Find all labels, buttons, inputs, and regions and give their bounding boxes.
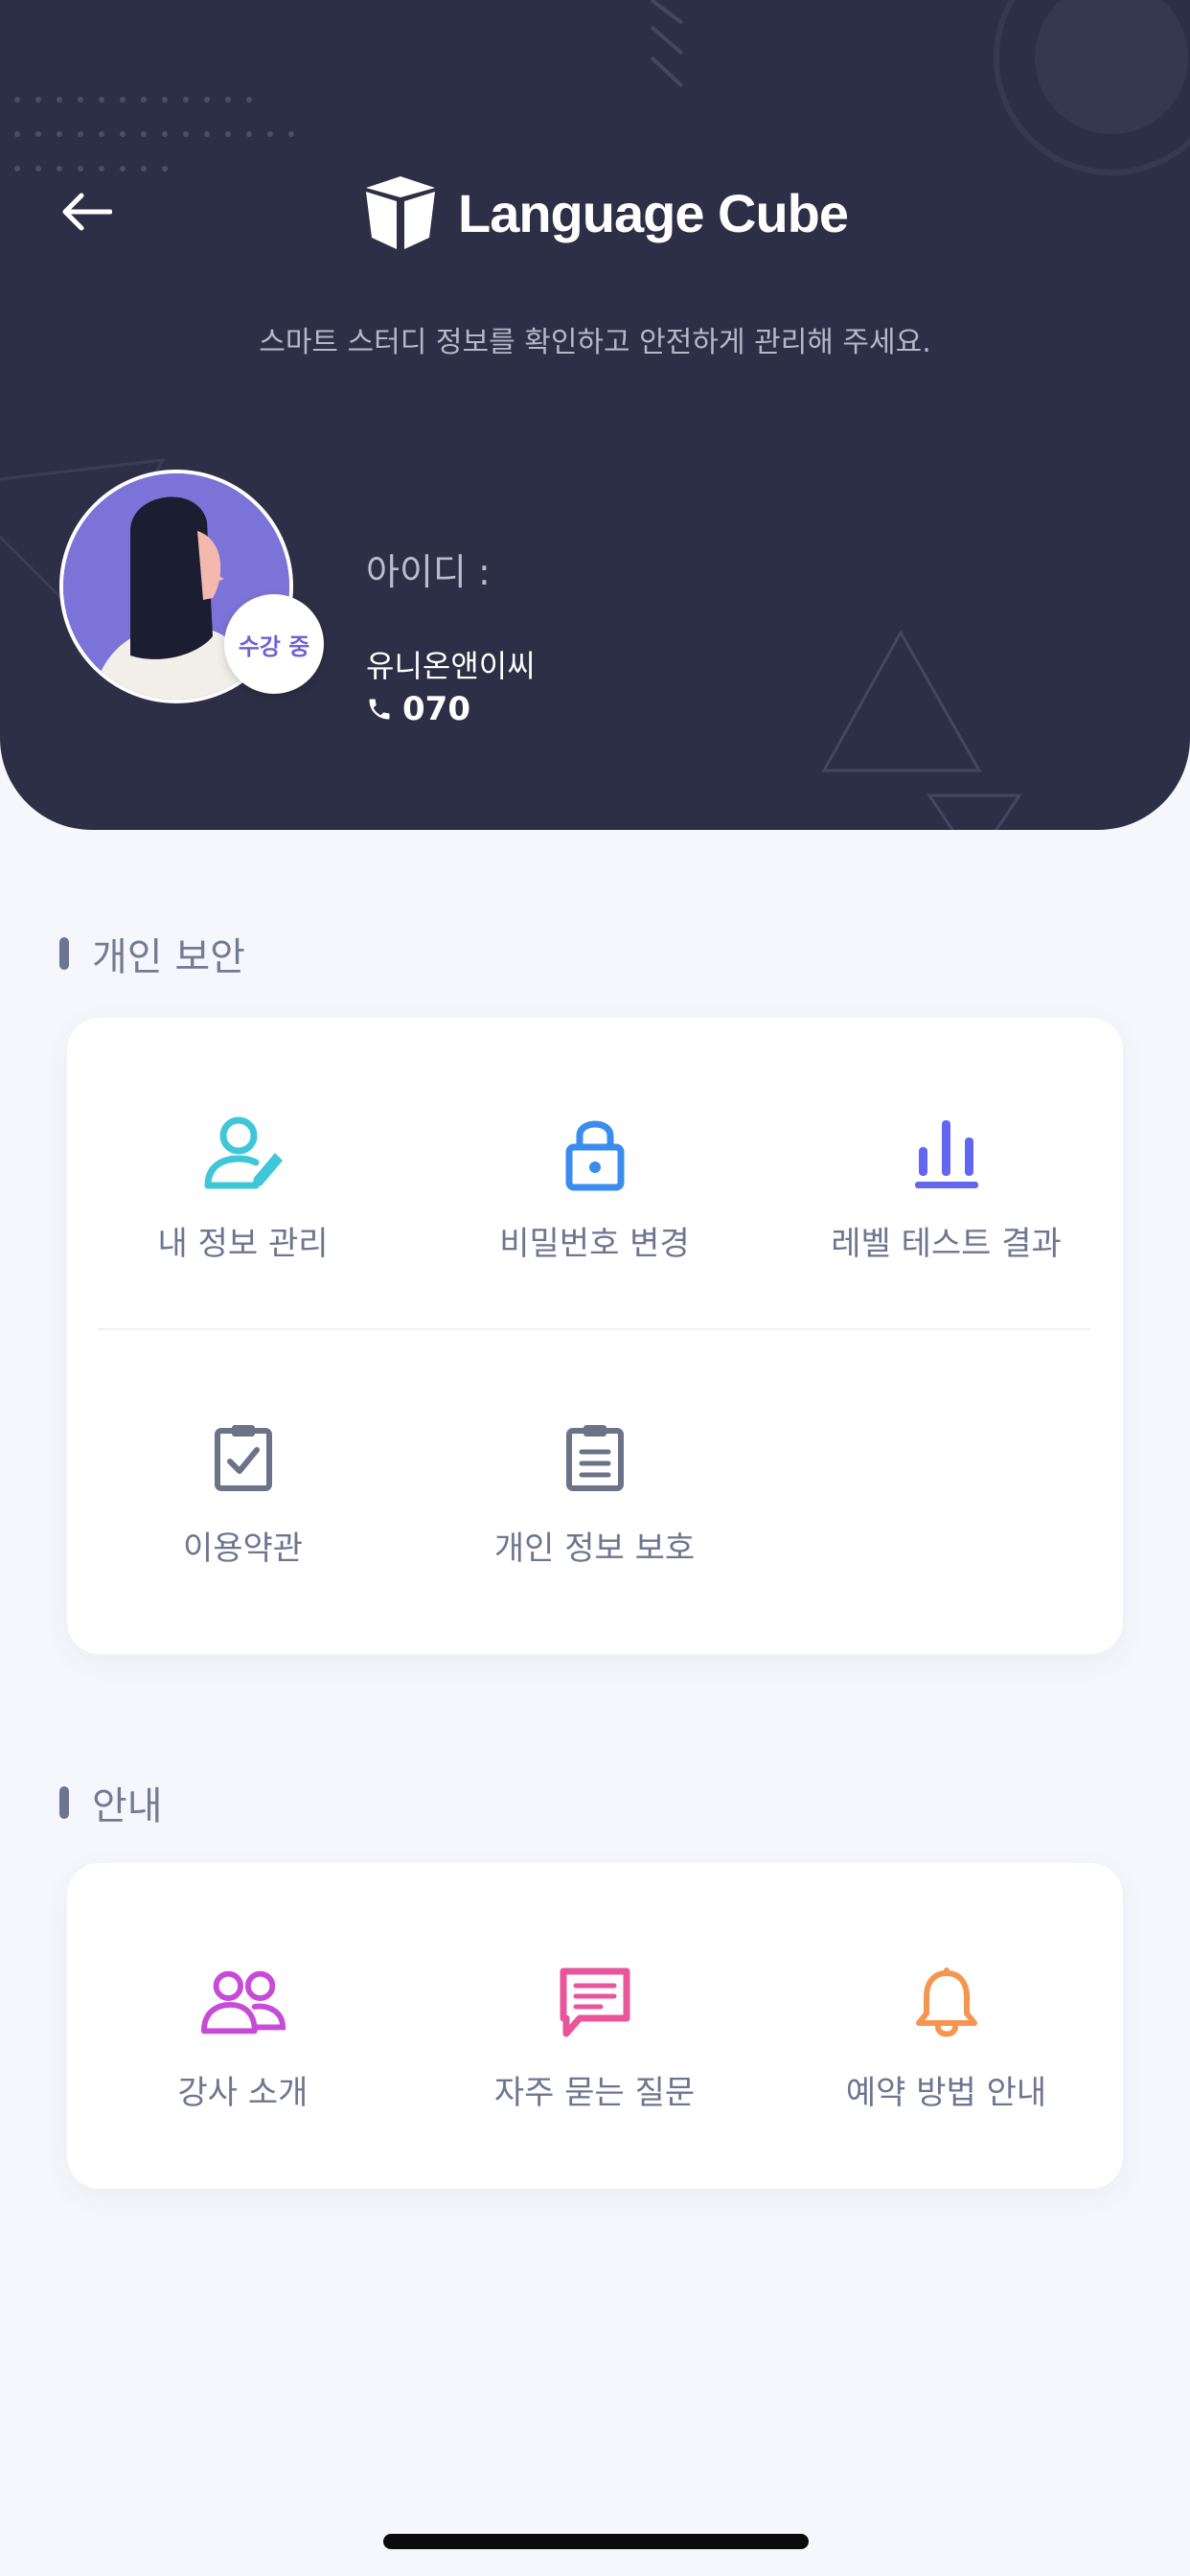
section-title-security: 개인 보안 — [59, 926, 245, 981]
brand-logo: Language Cube — [364, 172, 849, 253]
menu-item-terms[interactable]: 이용약관 — [67, 1414, 419, 1569]
security-card: 내 정보 관리 비밀번호 변경 레벨 테스트 결과 이용약관 개인 정보 보호 — [67, 1018, 1123, 1654]
avatar-container: 수강 중 — [59, 470, 324, 703]
card-divider — [98, 1328, 1090, 1330]
clipboard-list-icon — [552, 1414, 638, 1501]
section-title-info: 안내 — [59, 1775, 163, 1830]
menu-item-my-info[interactable]: 내 정보 관리 — [67, 1110, 419, 1264]
menu-item-label: 레벨 테스트 결과 — [831, 1225, 1062, 1263]
users-icon — [200, 1959, 286, 2045]
menu-item-label: 개인 정보 보호 — [493, 1530, 696, 1568]
brand-name: Language Cube — [458, 182, 849, 243]
bell-icon — [904, 1959, 990, 2045]
message-icon — [552, 1959, 638, 2045]
section-title-bar — [59, 937, 69, 970]
menu-item-level-test-result[interactable]: 레벨 테스트 결과 — [770, 1110, 1122, 1264]
menu-item-booking-guide[interactable]: 예약 방법 안내 — [770, 1959, 1122, 2113]
menu-item-label: 이용약관 — [182, 1530, 304, 1568]
clipboard-check-icon — [200, 1414, 286, 1501]
info-card: 강사 소개 자주 묻는 질문 예약 방법 안내 — [67, 1863, 1123, 2189]
section-title-text: 개인 보안 — [92, 935, 245, 979]
header-decoration — [0, 0, 1190, 830]
profile-header: Language Cube 스마트 스터디 정보를 확인하고 안전하게 관리해 … — [0, 0, 1190, 830]
user-phone: 070 — [366, 690, 470, 728]
status-badge: 수강 중 — [224, 594, 324, 694]
phone-icon — [369, 699, 390, 720]
menu-item-label: 강사 소개 — [177, 2074, 309, 2112]
section-title-text: 안내 — [92, 1784, 163, 1828]
menu-item-label: 비밀번호 변경 — [499, 1225, 690, 1263]
user-company: 유니온앤이씨 — [366, 648, 536, 684]
menu-item-change-password[interactable]: 비밀번호 변경 — [419, 1110, 770, 1264]
back-button[interactable] — [54, 178, 121, 245]
menu-item-label: 자주 묻는 질문 — [493, 2074, 696, 2112]
header-subtitle: 스마트 스터디 정보를 확인하고 안전하게 관리해 주세요. — [259, 326, 931, 359]
menu-item-faq[interactable]: 자주 묻는 질문 — [419, 1959, 770, 2113]
menu-item-privacy[interactable]: 개인 정보 보호 — [419, 1414, 770, 1569]
user-id-label: 아이디 : — [366, 551, 491, 593]
menu-item-instructors[interactable]: 강사 소개 — [67, 1959, 419, 2113]
user-edit-icon — [200, 1110, 286, 1196]
arrow-left-icon — [62, 193, 112, 231]
lock-icon — [552, 1110, 638, 1196]
section-title-bar — [59, 1786, 69, 1819]
menu-item-label: 내 정보 관리 — [157, 1225, 329, 1263]
user-phone-number: 070 — [402, 690, 470, 728]
bar-chart-icon — [904, 1110, 990, 1196]
menu-item-label: 예약 방법 안내 — [845, 2074, 1047, 2112]
home-indicator — [383, 2534, 809, 2549]
cube-logo-icon — [366, 176, 435, 249]
